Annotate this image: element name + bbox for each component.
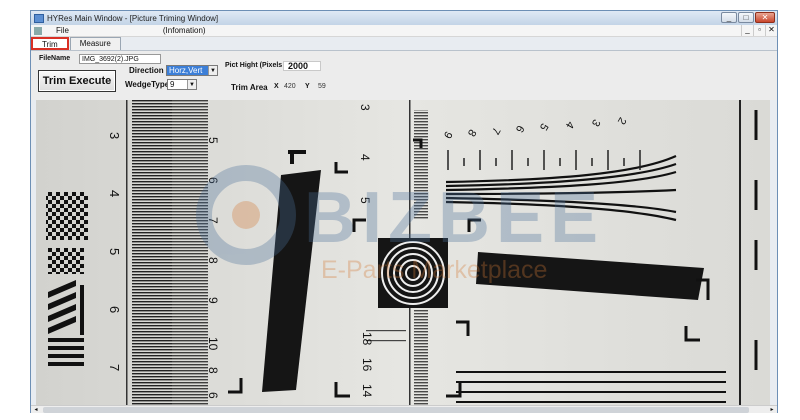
checker-block-top (46, 192, 88, 240)
wedge-type-label: WedgeType (125, 80, 170, 89)
doc-icon (34, 26, 42, 35)
app-icon (34, 13, 44, 23)
wedge-number: 10 (206, 337, 220, 351)
wedge-number: 6 (206, 392, 220, 399)
title-bar: HYRes Main Window - [Picture Triming Win… (31, 11, 777, 25)
trim-area-label: Trim Area (231, 83, 268, 92)
direction-label: Direction (129, 66, 164, 75)
main-window: HYRes Main Window - [Picture Triming Win… (30, 10, 778, 413)
trim-y-label: Y (305, 83, 310, 90)
wedge-type-value: 9 (170, 80, 175, 89)
menu-file[interactable]: File (56, 26, 69, 35)
mdi-restore-button[interactable]: ▫ (753, 25, 765, 36)
chevron-down-icon: ▼ (208, 66, 217, 75)
resolution-chart-image: 3 4 5 6 7 5 6 7 8 9 10 8 6 3 4 5 18 16 1… (36, 100, 770, 405)
trim-execute-button[interactable]: Trim Execute (38, 70, 116, 92)
center-number: 16 (360, 358, 374, 372)
ruler-number-6: 6 (107, 306, 122, 313)
minimize-button[interactable]: _ (721, 12, 737, 23)
image-viewport[interactable]: 3 4 5 6 7 5 6 7 8 9 10 8 6 3 4 5 18 16 1… (36, 100, 770, 405)
wedge-type-select[interactable]: 9 ▼ (167, 79, 197, 90)
wedge-number: 5 (206, 137, 220, 144)
mdi-minimize-button[interactable]: _ (741, 25, 753, 36)
trim-panel: FileName IMG_3692(2).JPG Direction Horz,… (31, 50, 777, 100)
center-number: 18 (360, 332, 374, 346)
trim-y-value: 59 (318, 83, 326, 90)
wedge-number: 8 (206, 257, 220, 264)
close-button[interactable]: ✕ (755, 12, 775, 23)
filename-label: FileName (39, 55, 71, 62)
ruler-number-3: 3 (107, 132, 122, 139)
filename-field[interactable]: IMG_3692(2).JPG (79, 54, 161, 64)
tab-trim[interactable]: Trim (31, 37, 69, 50)
direction-select[interactable]: Horz,Vert ▼ (166, 65, 218, 76)
window-title: HYRes Main Window - [Picture Triming Win… (47, 13, 219, 23)
scrollbar-thumb[interactable] (43, 407, 749, 413)
mdi-controls: _ ▫ ✕ (741, 25, 777, 37)
scroll-left-icon[interactable]: ◂ (31, 406, 41, 413)
center-number: 3 (358, 104, 372, 111)
ruler-number-5: 5 (107, 248, 122, 255)
chevron-down-icon: ▼ (187, 80, 196, 89)
direction-value: Horz,Vert (167, 66, 208, 75)
center-number: 4 (358, 154, 372, 161)
scroll-right-icon[interactable]: ▸ (767, 406, 777, 413)
wedge-number: 8 (206, 367, 220, 374)
trim-x-value: 420 (284, 83, 296, 90)
maximize-button[interactable]: □ (738, 12, 754, 23)
tab-strip: Trim Measure (31, 37, 122, 50)
trim-x-label: X (274, 83, 279, 90)
watermark-subtitle: E-Parts Marketplace (321, 256, 547, 284)
horizontal-scrollbar[interactable]: ◂ ▸ (31, 405, 777, 413)
ruler-number-4: 4 (107, 190, 122, 197)
watermark-brand: BIZBEE (304, 178, 604, 258)
menu-information[interactable]: (Infomation) (163, 26, 206, 35)
pict-height-field[interactable]: 2000 (283, 61, 321, 71)
left-ruler (126, 100, 208, 405)
center-number: 14 (360, 384, 374, 398)
ruler-number-7: 7 (107, 364, 122, 371)
mdi-close-button[interactable]: ✕ (765, 25, 777, 36)
wedge-number: 9 (206, 297, 220, 304)
tab-measure[interactable]: Measure (69, 37, 121, 50)
menu-bar: File (Infomation) (31, 25, 777, 37)
checker-block-mid (48, 248, 84, 274)
pict-height-label: Pict Hight (Pixels (225, 62, 283, 69)
